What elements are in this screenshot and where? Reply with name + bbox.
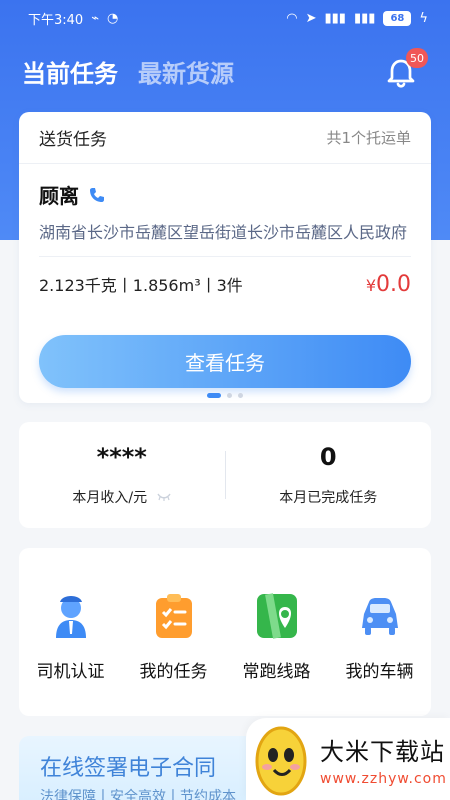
- eye-closed-icon[interactable]: [157, 493, 171, 501]
- menu-label-frequent-routes: 常跑线路: [242, 662, 311, 682]
- carousel-dot: [238, 393, 243, 398]
- task-price: ¥0.0: [366, 272, 411, 297]
- monthly-stats-card: **** 本月收入/元 0 本月已完成任务: [19, 422, 431, 528]
- phone-icon[interactable]: [89, 187, 105, 203]
- wifi-icon: ◠: [286, 10, 298, 26]
- cargo-details: 2.123千克丨1.856m³丨3件: [39, 276, 243, 295]
- notification-badge: 50: [406, 48, 428, 68]
- price-value: 0.0: [376, 271, 411, 297]
- income-label: 本月收入/元: [72, 490, 148, 506]
- recipient-name: 顾离: [39, 184, 79, 208]
- cellular-signal-icon: ▮▮▮: [353, 10, 376, 26]
- task-card-title: 送货任务: [39, 130, 107, 150]
- alarm-icon: ◔: [107, 10, 119, 26]
- task-list-icon: [155, 594, 192, 638]
- menu-label-my-tasks: 我的任务: [139, 662, 208, 682]
- carousel-dot-active: [207, 393, 221, 398]
- carousel-indicator: [19, 393, 431, 398]
- hd-signal-icon: ▮▮▮: [324, 10, 346, 26]
- location-icon: ➤: [305, 10, 317, 26]
- bean-mascot-icon: [255, 726, 307, 796]
- watermark-url: www.zzhyw.com: [320, 770, 447, 787]
- status-time: 下午3:40: [28, 12, 84, 28]
- tab-current-tasks[interactable]: 当前任务: [22, 54, 118, 89]
- completed-tasks-stat: 0 本月已完成任务: [226, 443, 432, 507]
- completed-tasks-value: 0: [319, 443, 337, 471]
- car-icon: [361, 598, 398, 635]
- waybill-count: 共1个托运单: [326, 129, 411, 147]
- menu-label-driver-certification: 司机认证: [36, 662, 105, 682]
- menu-label-my-vehicles: 我的车辆: [345, 662, 414, 682]
- top-tabs: 当前任务 最新货源: [22, 54, 234, 89]
- charging-icon: ϟ: [419, 10, 428, 26]
- watermark-brand: 大米下载站: [320, 737, 445, 766]
- delivery-address: 湖南省长沙市岳麓区望岳街道长沙市岳麓区人民政府: [39, 219, 411, 257]
- view-task-button[interactable]: 查看任务: [39, 335, 411, 388]
- driver-icon: [55, 596, 86, 638]
- vibration-icon: ⌁: [91, 10, 100, 26]
- completed-tasks-label: 本月已完成任务: [279, 490, 378, 506]
- my-vehicles-item[interactable]: 我的车辆: [337, 590, 423, 716]
- my-tasks-item[interactable]: 我的任务: [131, 590, 217, 716]
- income-stat: **** 本月收入/元: [19, 443, 225, 507]
- site-watermark: 大米下载站 www.zzhyw.com: [246, 718, 450, 800]
- status-bar: 下午3:40 ⌁ ◔ ◠ ➤ ▮▮▮ ▮▮▮ 68 ϟ: [0, 0, 450, 36]
- route-map-icon: [256, 593, 297, 639]
- battery-indicator: 68: [383, 10, 412, 26]
- notification-button[interactable]: 50: [384, 48, 428, 90]
- frequent-routes-item[interactable]: 常跑线路: [234, 590, 320, 716]
- tab-latest-cargo[interactable]: 最新货源: [138, 54, 234, 89]
- carousel-dot: [227, 393, 232, 398]
- delivery-task-card: 送货任务 共1个托运单 顾离 湖南省长沙市岳麓区望岳街道长沙市岳麓区人民政府 2…: [19, 112, 431, 403]
- currency-symbol: ¥: [365, 275, 376, 295]
- income-value: ****: [96, 443, 147, 471]
- quick-menu: 司机认证 我的任务 常跑线路 我的车辆: [19, 548, 431, 716]
- driver-certification-item[interactable]: 司机认证: [28, 590, 114, 716]
